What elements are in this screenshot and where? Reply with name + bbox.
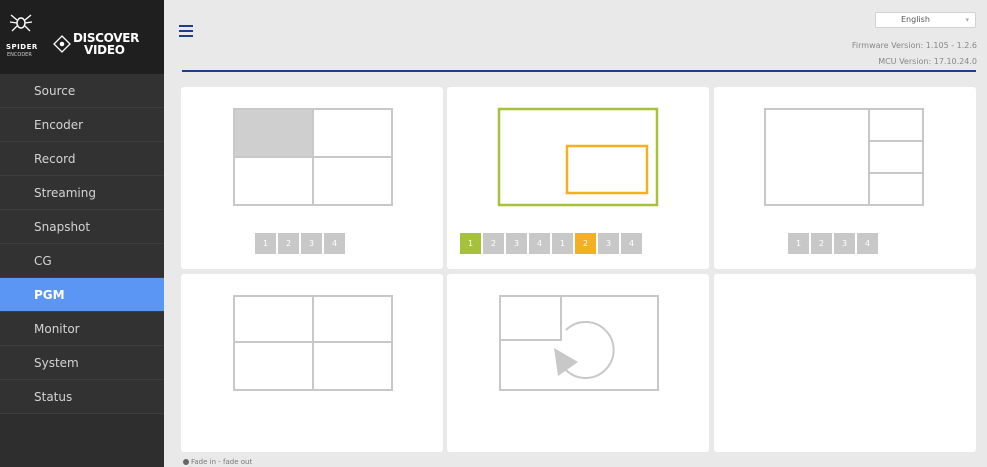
pip-source-buttons: 1 2 3 4 1 2 3 4 xyxy=(460,233,642,254)
layout-card-quad[interactable] xyxy=(181,274,443,452)
one-plus-three-layout-icon xyxy=(764,108,924,206)
radio-checked-icon[interactable] xyxy=(183,459,189,465)
language-select[interactable]: English ▾ xyxy=(875,12,976,28)
sidebar-item-status[interactable]: Status xyxy=(0,380,164,414)
layout-card-empty xyxy=(714,274,976,452)
main-source-button-1[interactable]: 1 xyxy=(460,233,481,254)
layout-card-pip[interactable]: 1 2 3 4 1 2 3 4 xyxy=(447,87,709,269)
source-button-3[interactable]: 3 xyxy=(301,233,322,254)
hamburger-icon[interactable] xyxy=(179,25,193,37)
fade-option-label: Fade in - fade out xyxy=(191,458,253,466)
sidebar-item-record[interactable]: Record xyxy=(0,142,164,176)
mcu-version: MCU Version: 17.10.24.0 xyxy=(878,57,977,66)
source-buttons: 1 2 3 4 xyxy=(255,233,345,254)
discover-video-logo-icon xyxy=(53,35,71,53)
sidebar-item-cg[interactable]: CG xyxy=(0,244,164,278)
header-divider xyxy=(182,70,976,72)
source-button-1[interactable]: 1 xyxy=(788,233,809,254)
layout-card-one-plus-three[interactable]: 1 2 3 4 xyxy=(714,87,976,269)
sidebar-item-encoder[interactable]: Encoder xyxy=(0,108,164,142)
layout-card-quad-highlight[interactable]: 1 2 3 4 xyxy=(181,87,443,269)
encoder-wordmark: ENCODER xyxy=(7,52,32,58)
source-button-1[interactable]: 1 xyxy=(255,233,276,254)
pip-source-button-4[interactable]: 4 xyxy=(621,233,642,254)
pip-layout-icon xyxy=(497,107,659,207)
main-source-button-3[interactable]: 3 xyxy=(506,233,527,254)
fade-option[interactable]: Fade in - fade out xyxy=(183,458,252,466)
pip-source-button-3[interactable]: 3 xyxy=(598,233,619,254)
layout-card-rotate[interactable] xyxy=(447,274,709,452)
source-button-2[interactable]: 2 xyxy=(278,233,299,254)
pip-source-button-2[interactable]: 2 xyxy=(575,233,596,254)
quad-split-layout-icon xyxy=(233,295,393,391)
sidebar-item-streaming[interactable]: Streaming xyxy=(0,176,164,210)
sidebar-item-system[interactable]: System xyxy=(0,346,164,380)
sidebar-item-source[interactable]: Source xyxy=(0,74,164,108)
sidebar-item-snapshot[interactable]: Snapshot xyxy=(0,210,164,244)
sidebar: SPIDER ENCODER DISCOVER VIDEO Source Enc… xyxy=(0,0,164,467)
quad-layout-icon xyxy=(233,108,393,206)
main-source-button-2[interactable]: 2 xyxy=(483,233,504,254)
sidebar-nav: Source Encoder Record Streaming Snapshot… xyxy=(0,74,164,414)
spider-logo-icon xyxy=(9,14,33,32)
language-value: English xyxy=(901,15,930,24)
source-button-4[interactable]: 4 xyxy=(324,233,345,254)
main-source-button-4[interactable]: 4 xyxy=(529,233,550,254)
sidebar-item-monitor[interactable]: Monitor xyxy=(0,312,164,346)
source-button-3[interactable]: 3 xyxy=(834,233,855,254)
source-button-2[interactable]: 2 xyxy=(811,233,832,254)
spider-wordmark: SPIDER xyxy=(6,43,38,51)
source-buttons-3: 1 2 3 4 xyxy=(788,233,878,254)
pip-source-button-1[interactable]: 1 xyxy=(552,233,573,254)
rotate-transition-layout-icon xyxy=(499,295,659,391)
chevron-down-icon: ▾ xyxy=(965,16,969,24)
video-wordmark: VIDEO xyxy=(84,43,125,57)
firmware-version: Firmware Version: 1.105 - 1.2.6 xyxy=(851,41,977,50)
sidebar-item-pgm[interactable]: PGM xyxy=(0,278,164,312)
source-button-4[interactable]: 4 xyxy=(857,233,878,254)
logo-bar: SPIDER ENCODER DISCOVER VIDEO xyxy=(0,0,164,74)
